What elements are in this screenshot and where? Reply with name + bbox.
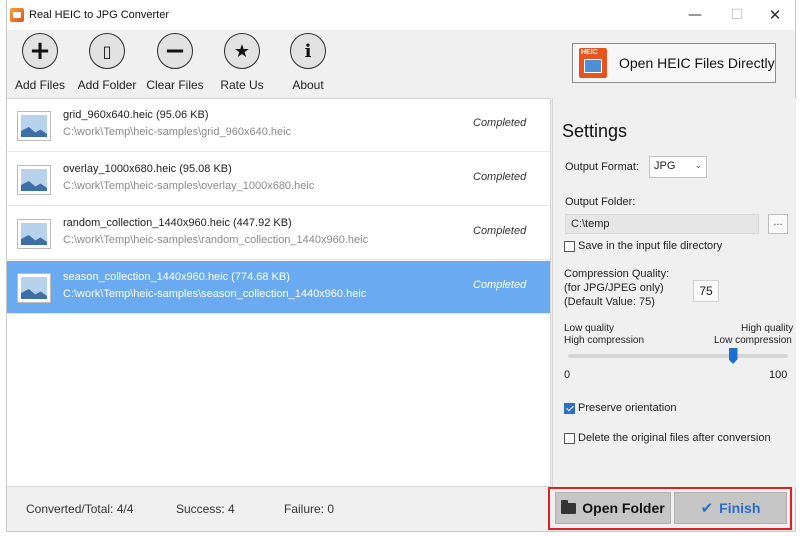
converted-total-count: Converted/Total: 4/4 [26, 502, 134, 516]
file-path: C:\work\Temp\heic-samples\overlay_1000x6… [63, 180, 315, 192]
list-item[interactable]: grid_960x640.heic (95.06 KB) C:\work\Tem… [7, 99, 550, 152]
close-button[interactable]: ✕ [755, 4, 795, 26]
minimize-button[interactable]: — [675, 4, 715, 26]
output-folder-field[interactable]: C:\temp [565, 214, 759, 234]
high-quality-label: High quality [741, 323, 794, 334]
quality-slider-track[interactable] [568, 354, 788, 358]
chevron-down-icon: ⌄ [694, 160, 702, 170]
file-path: C:\work\Temp\heic-samples\random_collect… [63, 234, 369, 246]
status-bar: Converted/Total: 4/4 Success: 4 Failure:… [7, 487, 551, 530]
star-icon: ★ [224, 33, 260, 69]
success-count: Success: 4 [176, 502, 235, 516]
image-file-icon [17, 273, 51, 303]
file-status: Completed [473, 117, 527, 129]
open-heic-files-directly-button[interactable]: HEIC Open HEIC Files Directly [572, 43, 776, 83]
save-in-input-directory-label: Save in the input file directory [578, 240, 723, 252]
save-in-input-directory-checkbox[interactable] [564, 241, 575, 252]
folder-door-icon: ▯ [89, 33, 125, 69]
image-file-icon [17, 111, 51, 141]
high-compression-label: High compression [564, 335, 645, 346]
file-name: random_collection_1440x960.heic (447.92 … [63, 217, 292, 229]
low-quality-label: Low quality [564, 323, 615, 334]
file-status: Completed [473, 279, 527, 291]
file-name: grid_960x640.heic (95.06 KB) [63, 109, 209, 121]
add-folder-button[interactable]: ▯ Add Folder [74, 33, 140, 95]
window-title: Real HEIC to JPG Converter [29, 9, 169, 21]
info-icon: i [290, 33, 326, 69]
settings-title: Settings [562, 121, 628, 141]
about-label: About [292, 78, 324, 92]
open-folder-button[interactable]: Open Folder [555, 492, 671, 524]
rate-us-label: Rate Us [220, 78, 264, 92]
add-files-button[interactable]: + Add Files [7, 33, 73, 95]
file-name: overlay_1000x680.heic (95.08 KB) [63, 163, 232, 175]
file-path: C:\work\Temp\heic-samples\season_collect… [63, 288, 367, 300]
clear-files-label: Clear Files [146, 78, 204, 92]
quality-slider-handle[interactable] [728, 348, 738, 364]
preserve-orientation-label: Preserve orientation [578, 402, 677, 414]
heic-file-icon: HEIC [579, 48, 607, 78]
finish-label: Finish [719, 500, 761, 516]
file-name: season_collection_1440x960.heic (774.68 … [63, 271, 290, 283]
preserve-orientation-checkbox[interactable] [564, 403, 575, 414]
quality-value-field[interactable]: 75 [693, 280, 719, 302]
add-folder-label: Add Folder [77, 78, 137, 92]
slider-max-label: 100 [769, 369, 788, 381]
failure-count: Failure: 0 [284, 502, 335, 516]
open-folder-label: Open Folder [582, 500, 665, 516]
file-status: Completed [473, 225, 527, 237]
folder-icon [561, 499, 577, 514]
maximize-button[interactable]: ☐ [717, 4, 757, 26]
file-status: Completed [473, 171, 527, 183]
settings-panel: Settings Output Format: JPG ⌄ Output Fol… [552, 98, 796, 487]
open-heic-files-directly-label: Open HEIC Files Directly [619, 55, 775, 71]
compression-default-note: (Default Value: 75) [564, 296, 655, 308]
compression-quality-note: (for JPG/JPEG only) [564, 282, 664, 294]
browse-folder-button[interactable]: ... [768, 214, 788, 234]
app-window: Real HEIC to JPG Converter — ☐ ✕ + Add F… [6, 0, 796, 532]
plus-icon: + [22, 33, 58, 69]
list-item[interactable]: random_collection_1440x960.heic (447.92 … [7, 207, 550, 260]
slider-min-label: 0 [564, 369, 571, 381]
rate-us-button[interactable]: ★ Rate Us [209, 33, 275, 95]
list-item[interactable]: overlay_1000x680.heic (95.08 KB) C:\work… [7, 153, 550, 206]
minus-icon: − [157, 33, 193, 69]
add-files-label: Add Files [14, 78, 66, 92]
delete-original-checkbox[interactable] [564, 433, 575, 444]
image-file-icon [17, 165, 51, 195]
about-button[interactable]: i About [275, 33, 341, 95]
output-format-label: Output Format: [565, 161, 639, 173]
low-compression-label: Low compression [714, 335, 792, 346]
title-bar: Real HEIC to JPG Converter — ☐ ✕ [7, 0, 795, 30]
app-logo-icon [10, 8, 24, 22]
toolbar: + Add Files ▯ Add Folder − Clear Files ★… [7, 30, 795, 98]
file-list[interactable]: grid_960x640.heic (95.06 KB) C:\work\Tem… [7, 98, 551, 487]
image-file-icon [17, 219, 51, 249]
output-format-select[interactable]: JPG ⌄ [649, 156, 707, 178]
clear-files-button[interactable]: − Clear Files [142, 33, 208, 95]
check-icon: ✔ [700, 499, 714, 517]
delete-original-label: Delete the original files after conversi… [578, 432, 771, 444]
output-folder-label: Output Folder: [565, 196, 636, 208]
file-path: C:\work\Temp\heic-samples\grid_960x640.h… [63, 126, 292, 138]
compression-quality-label: Compression Quality: [564, 268, 670, 280]
list-item-selected[interactable]: season_collection_1440x960.heic (774.68 … [7, 261, 550, 314]
finish-button[interactable]: ✔ Finish [674, 492, 787, 524]
